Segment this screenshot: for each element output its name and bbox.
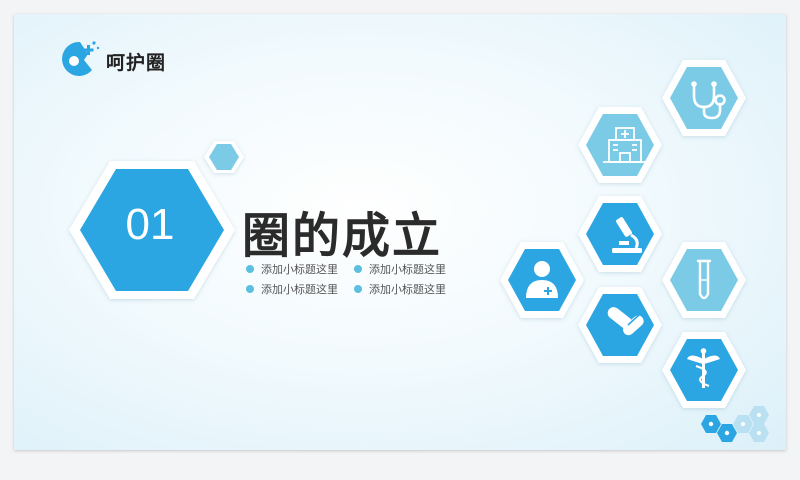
subtitle-text: 添加小标题这里 xyxy=(369,283,446,296)
stethoscope-hexagon xyxy=(662,60,746,136)
section-title: 圈的成立 xyxy=(242,208,443,264)
list-item: 添加小标题这里 xyxy=(354,281,462,297)
section-number: 01 xyxy=(125,200,175,249)
subtitle-text: 添加小标题这里 xyxy=(369,263,446,276)
list-item: 添加小标题这里 xyxy=(246,281,354,297)
bullet-icon xyxy=(354,265,362,273)
list-item: 添加小标题这里 xyxy=(354,261,462,277)
mini-hexagon-cluster xyxy=(701,406,769,442)
subtitle-text: 添加小标题这里 xyxy=(261,283,338,296)
list-item: 添加小标题这里 xyxy=(246,261,354,277)
bullet-icon xyxy=(246,265,254,273)
bullet-icon xyxy=(246,285,254,293)
slide: 呵护圈 01 圈的成立 添加小标题这里 添加小标题这里 添加小标题这里 添加小标… xyxy=(14,14,786,450)
subtitle-list: 添加小标题这里 添加小标题这里 添加小标题这里 添加小标题这里 xyxy=(246,261,466,297)
subtitle-text: 添加小标题这里 xyxy=(261,263,338,276)
bullet-icon xyxy=(354,285,362,293)
microscope-hexagon xyxy=(578,196,662,272)
hospital-hexagon xyxy=(578,107,662,183)
